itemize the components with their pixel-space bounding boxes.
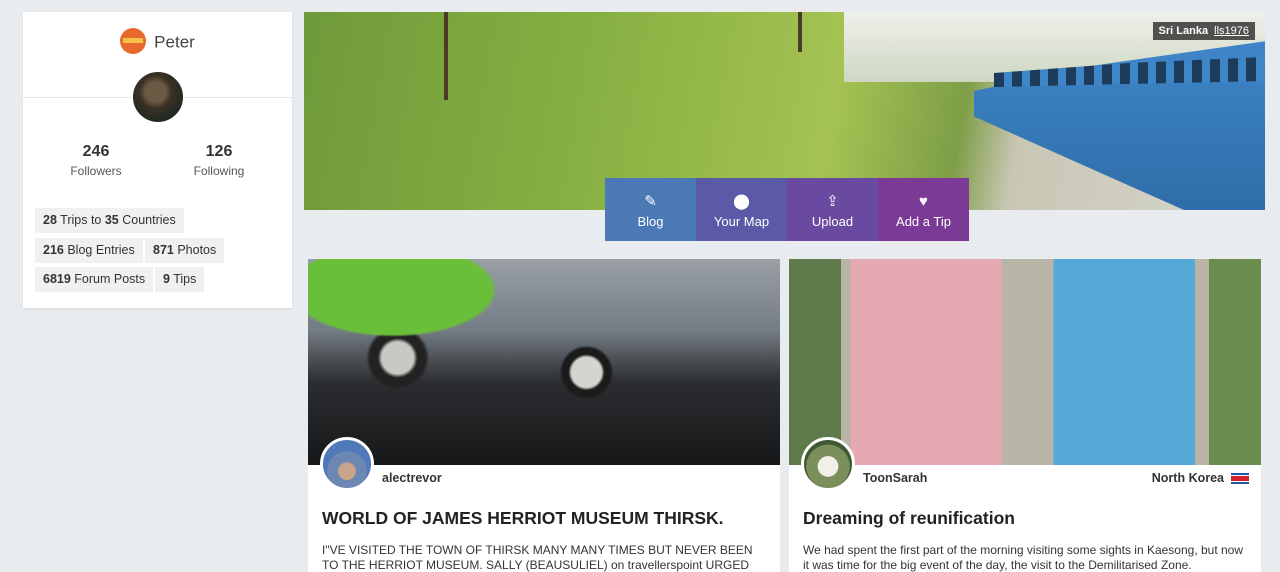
- tips-count: 9: [163, 272, 170, 286]
- country-name: North Korea: [1151, 471, 1224, 485]
- blog-entries-count: 216: [43, 243, 64, 257]
- followers-count: 246: [82, 143, 110, 160]
- blog-card[interactable]: alectrevor WORLD OF JAMES HERRIOT MUSEUM…: [308, 259, 780, 572]
- blog-card-image[interactable]: [789, 259, 1261, 465]
- blog-button-label: Blog: [637, 214, 664, 229]
- your-map-button-label: Your Map: [713, 214, 770, 229]
- profile-avatar[interactable]: [131, 70, 185, 124]
- tips-chip[interactable]: 9 Tips: [155, 267, 205, 292]
- tips-label: Tips: [169, 272, 197, 286]
- forum-posts-label: Forum Posts: [70, 272, 146, 286]
- hero-tree: [798, 12, 802, 52]
- north-korea-flag-icon: [1231, 473, 1249, 485]
- blog-card-country[interactable]: North Korea: [1152, 471, 1249, 485]
- author-avatar[interactable]: [801, 437, 855, 491]
- hero-location: Sri Lanka: [1158, 25, 1209, 37]
- following-stat[interactable]: 126 Following: [164, 143, 274, 178]
- photos-chip[interactable]: 871 Photos: [145, 238, 225, 263]
- heart-icon: ♥: [919, 193, 928, 210]
- blog-card-excerpt: We had spent the first part of the morni…: [803, 543, 1244, 572]
- pencil-icon: ✎: [644, 193, 657, 210]
- upload-button-label: Upload: [811, 214, 854, 229]
- your-map-button[interactable]: ⬤ Your Map: [696, 178, 787, 241]
- countries-label: Countries: [118, 213, 176, 227]
- forum-posts-count: 6819: [43, 272, 71, 286]
- author-username[interactable]: alectrevor: [382, 471, 442, 485]
- trips-count: 28: [43, 213, 57, 227]
- photos-label: Photos: [173, 243, 217, 257]
- upload-button[interactable]: ⇪ Upload: [787, 178, 878, 241]
- following-label: Following: [193, 164, 245, 178]
- countries-count: 35: [104, 213, 119, 227]
- map-pin-icon: ⬤: [733, 193, 750, 210]
- add-tip-button-label: Add a Tip: [896, 214, 951, 229]
- hero-caption: Sri Lanka lls1976: [1152, 22, 1255, 40]
- hero-photographer-link[interactable]: lls1976: [1214, 25, 1249, 37]
- trips-chip[interactable]: 28 Trips to 35 Countries: [35, 208, 184, 233]
- following-count: 126: [205, 143, 233, 160]
- profile-username[interactable]: Peter: [154, 32, 195, 51]
- followers-stat[interactable]: 246 Followers: [41, 143, 151, 178]
- followers-label: Followers: [70, 164, 122, 178]
- forum-posts-chip[interactable]: 6819 Forum Posts: [35, 267, 154, 292]
- blog-entries-label: Blog Entries: [63, 243, 135, 257]
- hero-tree: [444, 12, 448, 100]
- action-bar: ✎ Blog ⬤ Your Map ⇪ Upload ♥ Add a Tip: [605, 178, 969, 241]
- blog-button[interactable]: ✎ Blog: [605, 178, 696, 241]
- author-avatar[interactable]: [320, 437, 374, 491]
- upload-icon: ⇪: [826, 193, 839, 210]
- photos-count: 871: [153, 243, 174, 257]
- profile-card: Peter 246 Followers 126 Following 28 Tri…: [23, 12, 292, 308]
- supporter-badge-icon: [120, 28, 147, 54]
- blog-card-title[interactable]: Dreaming of reunification: [803, 508, 1015, 529]
- trips-label: Trips to: [56, 213, 105, 227]
- blog-entries-chip[interactable]: 216 Blog Entries: [35, 238, 143, 263]
- blog-card[interactable]: ToonSarah North Korea Dreaming of reunif…: [789, 259, 1261, 572]
- blog-card-title[interactable]: WORLD OF JAMES HERRIOT MUSEUM THIRSK.: [322, 508, 724, 529]
- add-tip-button[interactable]: ♥ Add a Tip: [878, 178, 969, 241]
- author-username[interactable]: ToonSarah: [863, 471, 927, 485]
- blog-card-image[interactable]: [308, 259, 780, 465]
- profile-name-bar: Peter: [23, 28, 292, 56]
- blog-card-excerpt: I"VE VISITED THE TOWN OF THIRSK MANY MAN…: [322, 543, 753, 572]
